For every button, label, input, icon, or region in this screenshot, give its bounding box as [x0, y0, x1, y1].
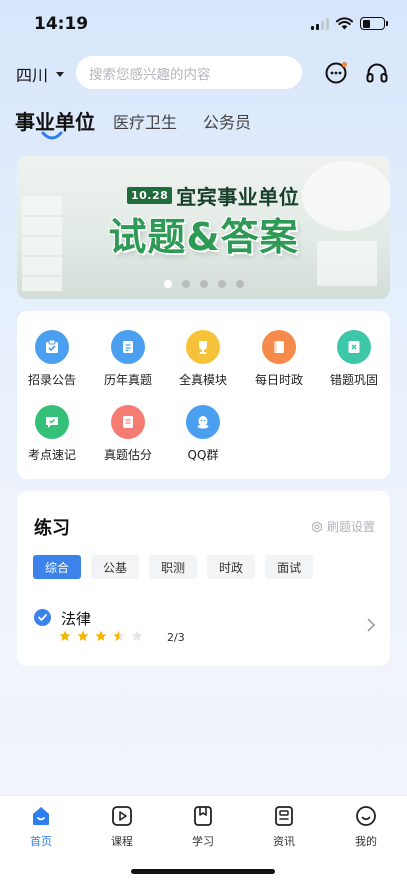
pagination-dot[interactable] [163, 280, 172, 288]
settings-icon [312, 520, 322, 533]
filter-chip-zhice[interactable]: 职测 [149, 555, 198, 579]
menu-label: 真题估分 [103, 448, 152, 462]
star-icon [113, 630, 125, 641]
menu-item-zhaolu-gonggao[interactable]: 招录公告 [17, 330, 87, 388]
book-icon [262, 330, 296, 364]
pagination-dot[interactable] [199, 280, 208, 288]
menu-label: 全真模块 [178, 373, 227, 387]
search-placeholder: 搜索您感兴趣的内容 [89, 66, 211, 83]
banner-date-badge: 10.28 [127, 187, 173, 204]
chevron-right-icon [367, 618, 376, 632]
filter-chip-shizheng[interactable]: 时政 [207, 555, 256, 579]
menu-item-meiri-shizheng[interactable]: 每日时政 [244, 330, 314, 388]
category-tabs: 事业单位 医疗卫生 公务员 [15, 106, 277, 140]
filter-chip-mianshi[interactable]: 面试 [265, 555, 314, 579]
star-icon [59, 630, 71, 641]
nav-home[interactable]: 首页 [11, 805, 71, 849]
status-time: 14:19 [34, 14, 89, 34]
star-icon [95, 630, 107, 641]
notification-dot [341, 61, 348, 68]
menu-label: 历年真题 [103, 373, 152, 387]
pagination-dot[interactable] [181, 280, 190, 288]
menu-label: 错题巩固 [329, 373, 378, 387]
practice-title: 练习 [34, 518, 70, 539]
bookmark-icon [194, 806, 212, 826]
status-bar: 14:19 [0, 0, 407, 50]
feature-menu: 招录公告 历年真题 全真模块 每日时政 错题巩固 考点速记 真题估分 QQ群 [17, 311, 390, 479]
practice-section: 练习 刷题设置 综合 公基 职测 时政 面试 法律 2/3 [17, 491, 390, 666]
error-note-icon [337, 330, 371, 364]
pagination-dot[interactable] [235, 280, 244, 288]
play-icon [112, 806, 132, 826]
home-indicator [131, 869, 275, 874]
practice-filter-chips: 综合 公基 职测 时政 面试 [33, 555, 314, 579]
nav-profile[interactable]: 我的 [336, 805, 396, 849]
nav-label: 首页 [30, 835, 52, 848]
trophy-icon [186, 330, 220, 364]
memo-chat-icon [35, 405, 69, 439]
menu-label: 每日时政 [254, 373, 303, 387]
nav-study[interactable]: 学习 [173, 805, 233, 849]
subject-row-falv[interactable]: 法律 2/3 [33, 608, 376, 648]
tab-active-indicator [41, 131, 63, 140]
headset-icon[interactable] [365, 61, 389, 85]
menu-label: QQ群 [187, 448, 219, 462]
nav-label: 学习 [192, 835, 214, 848]
announcement-icon [35, 330, 69, 364]
status-icons [311, 17, 388, 30]
score-icon [111, 405, 145, 439]
subject-rating [59, 630, 143, 642]
qq-icon [186, 405, 220, 439]
menu-label: 招录公告 [27, 373, 76, 387]
caret-down-icon [56, 71, 65, 77]
menu-item-quanzhen-mokuai[interactable]: 全真模块 [168, 330, 238, 388]
check-circle-icon [34, 609, 51, 626]
header: 四川 搜索您感兴趣的内容 [0, 55, 407, 91]
scroll-icon [111, 330, 145, 364]
tab-yiliao-weisheng[interactable]: 医疗卫生 [113, 106, 177, 133]
home-icon [33, 807, 49, 825]
nav-label: 资讯 [273, 835, 295, 848]
nav-courses[interactable]: 课程 [92, 805, 152, 849]
region-selector[interactable]: 四川 [16, 62, 65, 86]
star-icon [77, 630, 89, 641]
cellular-signal-icon [311, 17, 329, 30]
wifi-icon [336, 17, 353, 30]
nav-label: 课程 [111, 835, 133, 848]
profile-icon [356, 806, 376, 826]
battery-icon [360, 17, 388, 30]
subject-progress: 2/3 [167, 631, 185, 644]
chat-icon[interactable] [324, 61, 348, 85]
region-label: 四川 [16, 66, 49, 85]
promo-banner[interactable]: 10.28 宜宾事业单位 试题&答案 [17, 156, 390, 299]
filter-chip-gongji[interactable]: 公基 [91, 555, 140, 579]
menu-label: 考点速记 [27, 448, 76, 462]
star-icon [131, 630, 143, 641]
practice-settings-button[interactable]: 刷题设置 [311, 518, 375, 535]
nav-label: 我的 [355, 835, 377, 848]
menu-item-kaodian-suji[interactable]: 考点速记 [17, 405, 87, 463]
banner-subtitle: 试题&答案 [108, 215, 299, 259]
menu-item-zhenti-gufen[interactable]: 真题估分 [93, 405, 163, 463]
news-icon [275, 806, 293, 826]
filter-chip-zonghe[interactable]: 综合 [33, 555, 82, 579]
menu-item-linian-zhenti[interactable]: 历年真题 [93, 330, 163, 388]
menu-item-cuoti-gonggu[interactable]: 错题巩固 [319, 330, 389, 388]
nav-news[interactable]: 资讯 [254, 805, 314, 849]
pagination-dot[interactable] [217, 280, 226, 288]
subject-name: 法律 [61, 610, 92, 628]
search-input[interactable]: 搜索您感兴趣的内容 [76, 56, 302, 89]
settings-label: 刷题设置 [326, 520, 375, 534]
menu-item-qq-qun[interactable]: QQ群 [168, 405, 238, 463]
tab-gongwuyuan[interactable]: 公务员 [203, 106, 251, 133]
banner-pagination [17, 280, 390, 288]
